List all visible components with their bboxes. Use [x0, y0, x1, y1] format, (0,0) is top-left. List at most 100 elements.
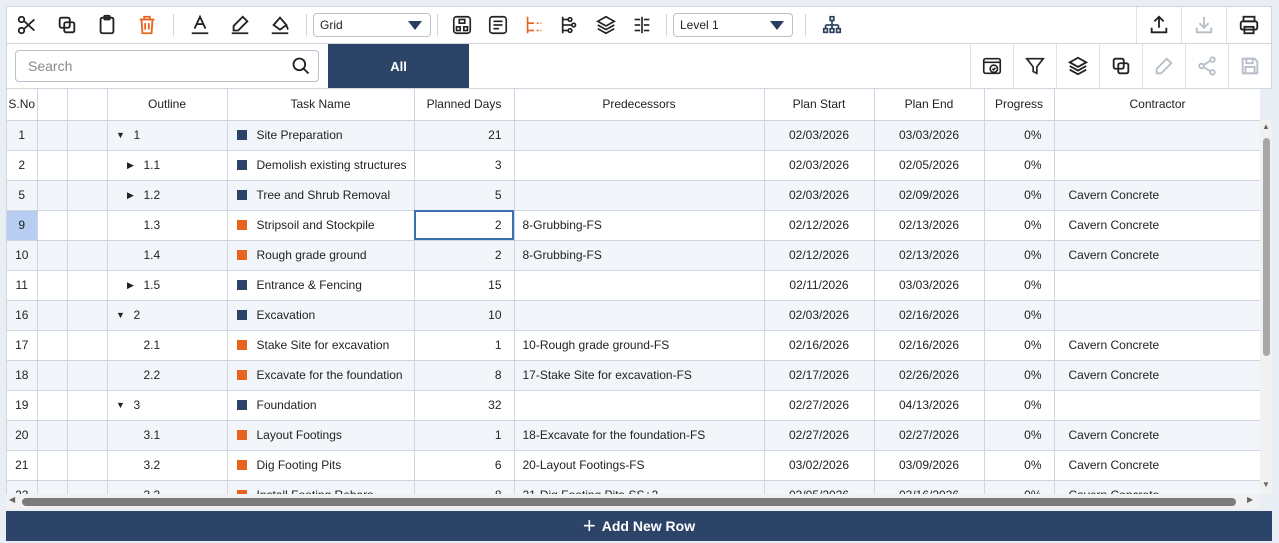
- verify-icon[interactable]: [970, 44, 1013, 88]
- cell-outline[interactable]: ▶ 1.5: [107, 270, 228, 301]
- cell-blank[interactable]: [37, 420, 68, 451]
- stack-icon[interactable]: [1056, 44, 1099, 88]
- cell-outline[interactable]: ▶ 1.1: [107, 150, 228, 181]
- table-row[interactable]: 18 2.2 Excavate for the foundation 8 17-Stak…: [7, 360, 1260, 391]
- cell-task-name[interactable]: Demolish existing structures: [227, 150, 415, 181]
- cell-task-name[interactable]: Excavate for the foundation: [227, 360, 415, 391]
- download-icon[interactable]: [1181, 7, 1226, 43]
- cell-planned-days[interactable]: 8: [414, 360, 515, 391]
- cell-outline[interactable]: 3.1: [107, 420, 228, 451]
- table-row[interactable]: 2 ▶ 1.1 Demolish existing structures 3 02/03/…: [7, 150, 1260, 181]
- indent-icon[interactable]: [552, 7, 588, 43]
- table-row[interactable]: 1 ▼ 1 Site Preparation 21 02/03/2026 03/03/202…: [7, 120, 1260, 151]
- cell-plan-start[interactable]: 02/17/2026: [764, 360, 875, 391]
- cell-plan-start[interactable]: 02/11/2026: [764, 270, 875, 301]
- cell-plan-start[interactable]: 02/27/2026: [764, 420, 875, 451]
- cell-planned-days[interactable]: 10: [414, 300, 515, 331]
- scroll-left-icon[interactable]: ◀: [9, 495, 15, 504]
- cell-planned-days[interactable]: 15: [414, 270, 515, 301]
- cell-contractor[interactable]: Cavern Concrete: [1054, 450, 1260, 481]
- cell-task-name[interactable]: Install Footing Rebars: [227, 480, 415, 494]
- cell-plan-end[interactable]: 02/16/2026: [874, 300, 985, 331]
- cell-plan-end[interactable]: 02/27/2026: [874, 420, 985, 451]
- cell-predecessors[interactable]: 8-Grubbing-FS: [514, 210, 765, 241]
- cell-planned-days[interactable]: 2: [414, 240, 515, 271]
- column-header-plan-start[interactable]: Plan Start: [764, 89, 875, 121]
- scroll-right-icon[interactable]: ▶: [1247, 495, 1253, 504]
- cell-progress[interactable]: 0%: [984, 120, 1055, 151]
- cell-blank[interactable]: [37, 480, 68, 494]
- paste-icon[interactable]: [87, 7, 127, 43]
- fill-color-icon[interactable]: [260, 7, 300, 43]
- cell-predecessors[interactable]: 17-Stake Site for excavation-FS: [514, 360, 765, 391]
- cell-plan-end[interactable]: 02/13/2026: [874, 210, 985, 241]
- cell-predecessors[interactable]: [514, 300, 765, 331]
- cell-blank[interactable]: [37, 240, 68, 271]
- cell-contractor[interactable]: Cavern Concrete: [1054, 480, 1260, 494]
- cell-planned-days[interactable]: 2: [414, 210, 515, 241]
- cell-blank[interactable]: [37, 330, 68, 361]
- cell-blank[interactable]: [67, 480, 108, 494]
- table-row[interactable]: 20 3.1 Layout Footings 1 18-Excavate for the…: [7, 420, 1260, 451]
- cell-progress[interactable]: 0%: [984, 480, 1055, 494]
- scroll-down-icon[interactable]: ▼: [1262, 480, 1270, 489]
- cell-contractor[interactable]: Cavern Concrete: [1054, 330, 1260, 361]
- cell-blank[interactable]: [67, 450, 108, 481]
- cell-sno[interactable]: 5: [7, 180, 38, 211]
- table-row[interactable]: 22 3.3Install Footing Rebars821-Dig Footi…: [7, 480, 1260, 494]
- cell-plan-start[interactable]: 03/02/2026: [764, 450, 875, 481]
- cell-plan-start[interactable]: 03/05/2026: [764, 480, 875, 494]
- scroll-up-icon[interactable]: ▲: [1262, 122, 1270, 131]
- cell-blank[interactable]: [67, 180, 108, 211]
- cell-sno[interactable]: 2: [7, 150, 38, 181]
- tab-all[interactable]: All: [328, 44, 469, 88]
- copy-icon[interactable]: [47, 7, 87, 43]
- cell-predecessors[interactable]: [514, 180, 765, 211]
- cell-blank[interactable]: [67, 150, 108, 181]
- save-icon[interactable]: [1228, 44, 1271, 88]
- column-header-planned-days[interactable]: Planned Days: [414, 89, 515, 121]
- column-header-progress[interactable]: Progress: [984, 89, 1055, 121]
- cell-contractor[interactable]: [1054, 300, 1260, 331]
- cell-task-name[interactable]: Tree and Shrub Removal: [227, 180, 415, 211]
- cell-blank[interactable]: [37, 180, 68, 211]
- cell-task-name[interactable]: Stripsoil and Stockpile: [227, 210, 415, 241]
- cell-task-name[interactable]: Layout Footings: [227, 420, 415, 451]
- column-header-contractor[interactable]: Contractor: [1054, 89, 1260, 121]
- level-select[interactable]: Level 1: [673, 13, 793, 37]
- cell-progress[interactable]: 0%: [984, 390, 1055, 421]
- cell-sno[interactable]: 9: [7, 210, 38, 241]
- vertical-scrollbar[interactable]: ▲ ▼: [1260, 120, 1272, 494]
- cell-task-name[interactable]: Excavation: [227, 300, 415, 331]
- cell-blank[interactable]: [37, 120, 68, 151]
- cell-progress[interactable]: 0%: [984, 450, 1055, 481]
- cell-predecessors[interactable]: [514, 120, 765, 151]
- horizontal-scroll-thumb[interactable]: [22, 498, 1236, 506]
- cell-task-name[interactable]: Site Preparation: [227, 120, 415, 151]
- list-icon[interactable]: [480, 7, 516, 43]
- wbs-icon[interactable]: [444, 7, 480, 43]
- cell-plan-start[interactable]: 02/27/2026: [764, 390, 875, 421]
- share-icon[interactable]: [1185, 44, 1228, 88]
- cell-blank[interactable]: [37, 270, 68, 301]
- layers-icon[interactable]: [588, 7, 624, 43]
- add-new-row-button[interactable]: + Add New Row: [6, 511, 1272, 541]
- cell-outline[interactable]: 2.2: [107, 360, 228, 391]
- cell-planned-days[interactable]: 3: [414, 150, 515, 181]
- cell-blank[interactable]: [67, 360, 108, 391]
- edit-icon[interactable]: [1142, 44, 1185, 88]
- cell-blank[interactable]: [37, 360, 68, 391]
- cell-predecessors[interactable]: [514, 270, 765, 301]
- table-row[interactable]: 5 ▶ 1.2 Tree and Shrub Removal 5 02/03/2026 02…: [7, 180, 1260, 211]
- cell-planned-days[interactable]: 6: [414, 450, 515, 481]
- cell-task-name[interactable]: Rough grade ground: [227, 240, 415, 271]
- cell-progress[interactable]: 0%: [984, 300, 1055, 331]
- cell-plan-end[interactable]: 03/03/2026: [874, 120, 985, 151]
- cell-sno[interactable]: 22: [7, 480, 38, 494]
- column-header-sno[interactable]: S.No: [7, 89, 38, 121]
- highlight-icon[interactable]: [220, 7, 260, 43]
- cell-sno[interactable]: 1: [7, 120, 38, 151]
- cell-sno[interactable]: 21: [7, 450, 38, 481]
- cell-sno[interactable]: 17: [7, 330, 38, 361]
- cell-planned-days[interactable]: 32: [414, 390, 515, 421]
